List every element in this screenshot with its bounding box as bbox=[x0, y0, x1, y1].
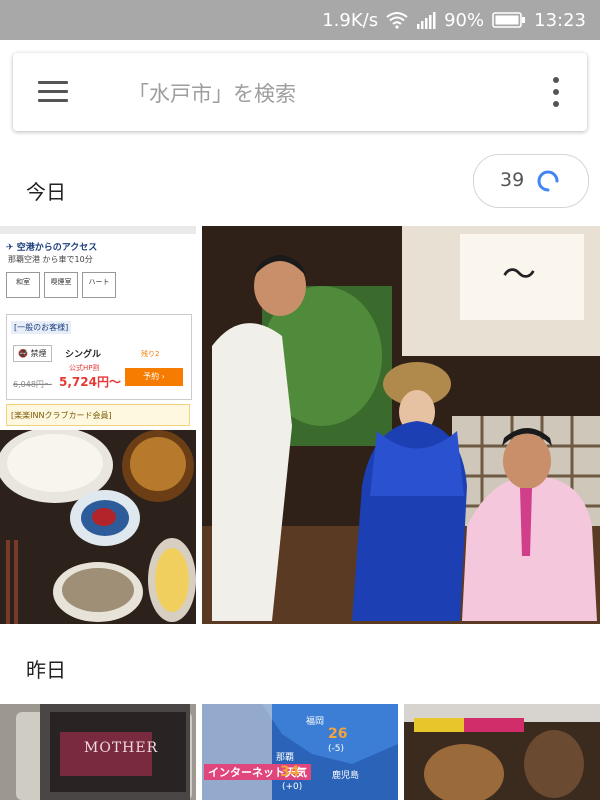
reserve-button[interactable]: 予約 › bbox=[125, 368, 183, 386]
network-speed: 1.9K/s bbox=[322, 9, 379, 31]
more-options-icon[interactable] bbox=[553, 77, 559, 107]
clock: 13:23 bbox=[534, 9, 586, 31]
weather-city: 那覇 bbox=[276, 753, 295, 763]
access-title: ✈ 空港からのアクセス bbox=[6, 243, 98, 253]
photo-count-pill[interactable]: 39 bbox=[473, 154, 589, 208]
tv-show-image bbox=[404, 704, 600, 800]
photo-count: 39 bbox=[500, 169, 525, 191]
photo-thumbnail-tv-guests[interactable]: 〜 bbox=[202, 226, 600, 624]
photo-thumbnail-game[interactable]: MOTHER bbox=[0, 704, 196, 800]
access-detail: 那覇空港 から車で10分 bbox=[8, 255, 93, 264]
meal-image bbox=[0, 430, 196, 624]
weather-temp: 34 bbox=[280, 764, 300, 780]
section-title-yesterday: 昨日 bbox=[26, 658, 66, 682]
weather-temp: 26 bbox=[328, 726, 348, 742]
signal-icon bbox=[417, 12, 436, 29]
search-placeholder[interactable]: 「水戸市」を検索 bbox=[128, 78, 296, 108]
photo-thumbnail-weather[interactable]: インターネット天気 福岡 26 (-5) 那覇 34 (+0) 鹿児島 bbox=[202, 704, 398, 800]
loading-spinner-icon bbox=[537, 170, 559, 192]
smoking-badge: 🚭 禁煙 bbox=[13, 345, 52, 362]
official-price-label: 公式HP割 bbox=[69, 364, 100, 372]
tv-guests-image: 〜 bbox=[202, 226, 600, 624]
weather-city: 福岡 bbox=[306, 717, 325, 727]
weather-diff: (+0) bbox=[282, 782, 303, 792]
battery-icon bbox=[492, 12, 526, 28]
plan-card: [一般のお客様] 🚭 禁煙 シングル 公式HP割 6,048円〜 5,724円〜… bbox=[6, 314, 192, 400]
remaining-label: 残り2 bbox=[141, 350, 160, 358]
photo-thumbnail-tv-show[interactable] bbox=[404, 704, 600, 800]
club-label: [楽楽INNクラブカード会員] bbox=[6, 404, 190, 426]
svg-text:〜: 〜 bbox=[502, 255, 536, 295]
old-price: 6,048円〜 bbox=[13, 380, 52, 389]
new-price: 5,724円〜 bbox=[59, 375, 121, 389]
menu-icon[interactable] bbox=[37, 77, 69, 107]
photo-thumbnail-hotel-listing[interactable]: ✈ 空港からのアクセス 那覇空港 から車で10分 和室 喫煙室 ハート [一般の… bbox=[0, 226, 196, 428]
search-bar[interactable]: 「水戸市」を検索 bbox=[13, 53, 587, 131]
battery-percent: 90% bbox=[444, 9, 485, 31]
wifi-icon bbox=[386, 12, 408, 29]
status-bar: 1.9K/s 90% 13:23 bbox=[0, 0, 600, 40]
room-tag: 和室 bbox=[6, 272, 40, 298]
room-tag: 喫煙室 bbox=[44, 272, 78, 298]
game-title-text: MOTHER bbox=[84, 740, 159, 756]
customer-label: [一般のお客様] bbox=[11, 321, 72, 334]
room-type: シングル bbox=[65, 350, 102, 360]
weather-diff: (-5) bbox=[328, 744, 344, 754]
photo-thumbnail-meal[interactable] bbox=[0, 430, 196, 624]
room-tag: ハート bbox=[82, 272, 116, 298]
weather-city: 鹿児島 bbox=[332, 771, 360, 781]
section-title-today: 今日 bbox=[26, 180, 66, 204]
